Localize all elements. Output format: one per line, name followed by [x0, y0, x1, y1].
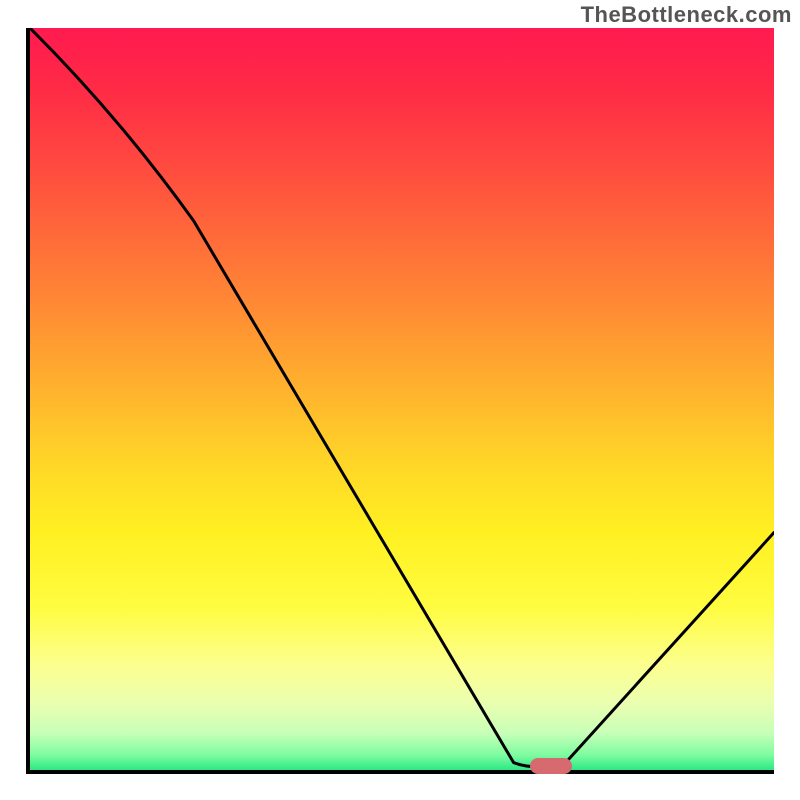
chart-container: TheBottleneck.com: [0, 0, 800, 800]
chart-plot-area: [26, 28, 774, 774]
watermark-text: TheBottleneck.com: [581, 2, 792, 28]
optimal-marker: [530, 758, 572, 774]
bottleneck-curve: [30, 28, 774, 767]
line-overlay: [30, 28, 774, 770]
